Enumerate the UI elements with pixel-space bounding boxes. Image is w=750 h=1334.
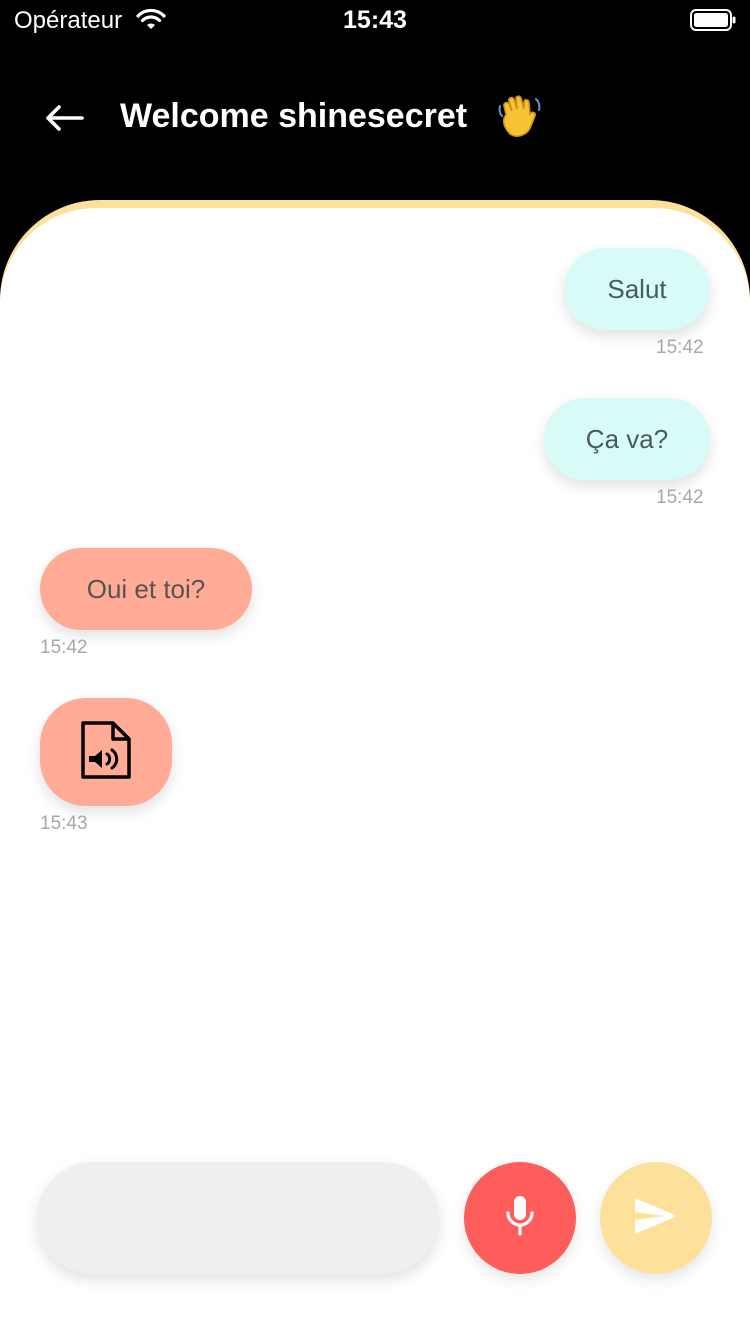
- status-clock: 15:43: [343, 6, 407, 34]
- message-timestamp: 15:43: [40, 813, 88, 834]
- send-button[interactable]: [600, 1162, 712, 1274]
- microphone-icon: [503, 1194, 537, 1243]
- record-audio-button[interactable]: [464, 1162, 576, 1274]
- audio-file-icon: [79, 720, 133, 785]
- arrow-left-icon: [44, 104, 84, 137]
- send-icon: [633, 1196, 679, 1241]
- message-timestamp: 15:42: [656, 487, 704, 508]
- battery-icon: [690, 9, 736, 31]
- message-timestamp: 15:42: [656, 337, 704, 358]
- message-timestamp: 15:42: [40, 637, 88, 658]
- page-title: Welcome shinesecret: [120, 97, 468, 135]
- sent-message-bubble[interactable]: Salut: [564, 248, 710, 330]
- received-message-bubble[interactable]: Oui et toi?: [40, 548, 252, 630]
- status-bar: Opérateur 15:43: [0, 0, 750, 40]
- waving-hand-icon: [498, 94, 542, 145]
- message-text: Ça va?: [585, 423, 669, 454]
- message-input[interactable]: [37, 1162, 439, 1274]
- audio-message-bubble[interactable]: [40, 698, 172, 806]
- message-text: Oui et toi?: [86, 573, 206, 604]
- sent-message-bubble[interactable]: Ça va?: [544, 398, 710, 480]
- message-text: Salut: [607, 273, 667, 304]
- back-button[interactable]: [40, 98, 88, 142]
- chat-header: Welcome shinesecret: [0, 40, 750, 200]
